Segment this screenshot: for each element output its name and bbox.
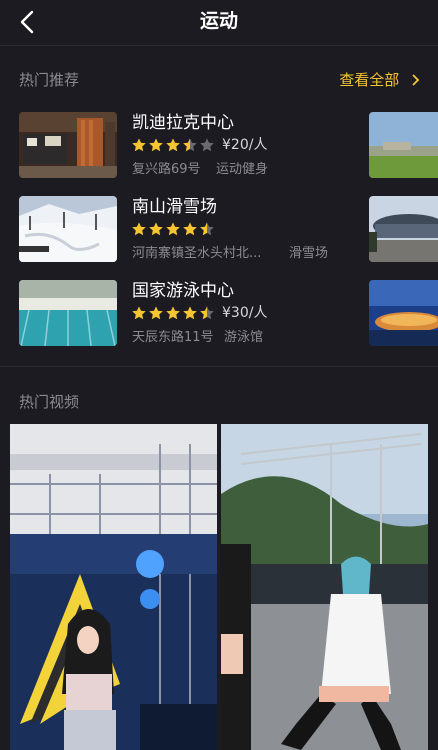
venue-image bbox=[19, 280, 117, 346]
venue-price: ¥30/人 bbox=[222, 305, 268, 321]
video-card[interactable] bbox=[10, 424, 217, 750]
star-full-icon bbox=[166, 138, 180, 152]
star-empty-icon bbox=[200, 138, 214, 152]
venue-image bbox=[369, 196, 438, 262]
venue-item-cadillac-center[interactable]: 凯迪拉克中心 ¥20/人 复兴路69号 运动健身 bbox=[0, 112, 360, 182]
venue-item-national-aquatics[interactable]: 国家游泳中心 ¥30/人 天辰东路11号 游泳馆 bbox=[0, 280, 360, 350]
section-title-hot-videos: 热门视频 bbox=[19, 393, 80, 411]
rating-stars bbox=[131, 305, 216, 321]
side-venue-thumbnail[interactable] bbox=[369, 280, 438, 346]
nav-bar: 运动 bbox=[0, 0, 438, 44]
star-half-icon bbox=[200, 222, 214, 236]
venue-item-nanshan-ski[interactable]: 南山滑雪场 河南寨镇圣水头村北... 滑雪场 bbox=[0, 196, 360, 266]
video-thumbnail bbox=[221, 424, 428, 750]
venue-photo bbox=[19, 196, 117, 262]
side-venue-thumbnail[interactable] bbox=[369, 196, 438, 262]
star-full-icon bbox=[149, 306, 163, 320]
star-full-icon bbox=[183, 306, 197, 320]
venue-price: ¥20/人 bbox=[222, 137, 268, 153]
star-full-icon bbox=[132, 222, 146, 236]
venue-photo bbox=[19, 112, 117, 178]
venue-photo bbox=[19, 280, 117, 346]
rating-stars bbox=[131, 137, 216, 153]
venue-image bbox=[19, 196, 117, 262]
star-half-icon bbox=[183, 138, 197, 152]
venue-image bbox=[369, 112, 438, 178]
nav-divider bbox=[0, 45, 438, 46]
star-full-icon bbox=[132, 138, 146, 152]
venue-address: 河南寨镇圣水头村北... bbox=[132, 246, 262, 261]
star-full-icon bbox=[132, 306, 146, 320]
chevron-right-icon bbox=[412, 74, 420, 86]
star-full-icon bbox=[183, 222, 197, 236]
see-all-label: 查看全部 bbox=[339, 71, 400, 89]
section-title-hot-recommend: 热门推荐 bbox=[19, 71, 80, 89]
venue-category: 游泳馆 bbox=[224, 330, 264, 345]
side-venue-thumbnail[interactable] bbox=[369, 112, 438, 178]
video-thumbnail bbox=[10, 424, 217, 750]
venue-image bbox=[19, 112, 117, 178]
page-title: 运动 bbox=[199, 10, 238, 32]
star-full-icon bbox=[149, 138, 163, 152]
venue-image bbox=[369, 280, 438, 346]
venue-name: 南山滑雪场 bbox=[132, 197, 217, 217]
see-all-link[interactable]: 查看全部 bbox=[339, 70, 420, 90]
star-half-icon bbox=[200, 306, 214, 320]
star-full-icon bbox=[149, 222, 163, 236]
section-divider bbox=[0, 366, 438, 367]
star-full-icon bbox=[166, 222, 180, 236]
star-full-icon bbox=[166, 306, 180, 320]
venue-category: 运动健身 bbox=[216, 162, 269, 177]
video-card[interactable] bbox=[221, 424, 428, 750]
venue-address: 复兴路69号 bbox=[132, 162, 201, 177]
venue-address: 天辰东路11号 bbox=[132, 330, 214, 345]
venue-name: 国家游泳中心 bbox=[132, 281, 234, 301]
venue-category: 滑雪场 bbox=[289, 246, 329, 261]
rating-stars bbox=[131, 221, 216, 237]
venue-name: 凯迪拉克中心 bbox=[132, 113, 234, 133]
